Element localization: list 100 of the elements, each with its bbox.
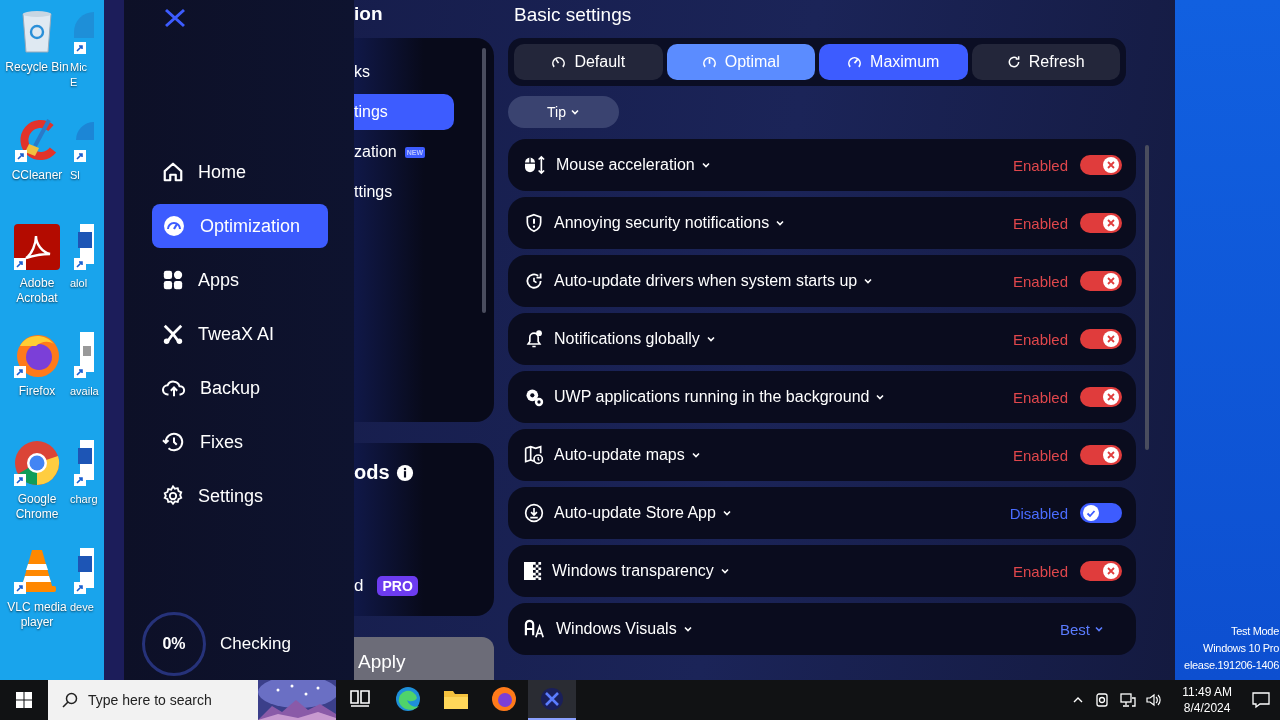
- font-icon: [524, 619, 546, 639]
- browser-icon: [395, 686, 421, 712]
- document-icon: [74, 548, 94, 594]
- nav-item[interactable]: Backup: [152, 366, 328, 410]
- watermark-text: Windows 10 Pro: [1203, 641, 1279, 656]
- watermark-text: elease.191206-1406: [1184, 658, 1279, 673]
- search-icon: [62, 692, 78, 708]
- section-title: ods: [354, 461, 390, 485]
- menu-item[interactable]: tings: [354, 94, 454, 130]
- close-icon: [1103, 331, 1119, 347]
- status-text: Enabled: [1012, 272, 1068, 290]
- close-icon: [1103, 273, 1119, 289]
- map-clock-icon: [524, 445, 544, 465]
- checkerboard-icon: [524, 562, 542, 580]
- device-icon: [1094, 692, 1111, 708]
- toggle-switch[interactable]: [1080, 329, 1122, 349]
- task-view-icon: [350, 690, 370, 708]
- gauge-icon: [162, 214, 186, 238]
- windows-logo-icon: [16, 692, 32, 708]
- watermark-text: Test Mode: [1230, 624, 1279, 639]
- setting-label[interactable]: Auto-update Store App: [554, 504, 732, 522]
- setting-label[interactable]: Annoying security notifications: [554, 214, 786, 232]
- document-icon: [74, 224, 94, 270]
- setting-label[interactable]: Windows Visuals: [556, 620, 693, 638]
- browser-icon: [491, 686, 517, 712]
- close-icon: [1103, 563, 1119, 579]
- status-text: Enabled: [1012, 388, 1068, 406]
- apply-button[interactable]: Apply: [354, 637, 494, 680]
- toggle-switch[interactable]: [1080, 213, 1122, 233]
- folder-icon: [443, 688, 469, 710]
- option-label: d: [354, 576, 364, 596]
- mode-button[interactable]: Maximum: [819, 44, 968, 80]
- mouse-icon: [524, 155, 546, 175]
- close-icon: [1103, 215, 1119, 231]
- chevron-icon: [719, 566, 730, 576]
- status-text: Enabled: [1012, 562, 1068, 580]
- check-icon: [1083, 505, 1099, 521]
- search-box[interactable]: Type here to search: [48, 680, 336, 720]
- browser-icon: [14, 440, 60, 486]
- taskbar-button[interactable]: [528, 680, 576, 720]
- setting-label[interactable]: Mouse acceleration: [556, 156, 711, 174]
- menu-item[interactable]: ttings: [354, 174, 454, 210]
- chevron-icon: [700, 160, 711, 170]
- browser-icon: [14, 332, 60, 378]
- clock[interactable]: 11:49 AM 8/4/2024: [1182, 684, 1232, 716]
- chevron-icon: [705, 334, 716, 344]
- bell-icon: [524, 329, 544, 349]
- history-icon: [162, 431, 186, 453]
- panel-title: ion: [354, 3, 384, 25]
- status-text: Enabled: [1012, 330, 1068, 348]
- chevron-icon: [1094, 624, 1104, 634]
- setting-label[interactable]: Auto-update maps: [554, 446, 701, 464]
- search-field[interactable]: Type here to search: [88, 685, 248, 715]
- document-icon: [74, 440, 94, 486]
- toggle-switch[interactable]: [1080, 445, 1122, 465]
- tip-button[interactable]: Tip: [508, 96, 619, 128]
- pro-badge: PRO: [377, 576, 418, 596]
- scrollbar[interactable]: [1145, 145, 1149, 450]
- status-text: Enabled: [1012, 214, 1068, 232]
- refresh-clock-icon: [524, 271, 544, 291]
- status-text: Enabled: [1012, 446, 1068, 464]
- close-icon: [1103, 447, 1119, 463]
- status-text: Enabled: [1012, 156, 1068, 174]
- nav-item[interactable]: Home: [152, 150, 328, 194]
- toggle-switch[interactable]: [1080, 561, 1122, 581]
- status-text: Disabled: [1009, 504, 1068, 522]
- download-icon: [524, 503, 544, 523]
- menu-item[interactable]: ks: [354, 54, 454, 90]
- toggle-switch[interactable]: [1080, 271, 1122, 291]
- mode-button[interactable]: Refresh: [971, 44, 1120, 80]
- notification-icon: [1252, 691, 1270, 709]
- pdf-icon: [14, 224, 60, 270]
- nav-item[interactable]: Optimization: [152, 204, 328, 248]
- gauge-icon: [701, 54, 717, 70]
- setting-label[interactable]: Notifications globally: [554, 330, 716, 348]
- document-icon: [74, 332, 94, 378]
- toggle-switch[interactable]: [1080, 503, 1122, 523]
- setting-label[interactable]: Auto-update drivers when system starts up: [554, 272, 874, 290]
- settings-icon: [162, 485, 184, 507]
- setting-label[interactable]: UWP applications running in the background: [554, 388, 886, 406]
- scrollbar[interactable]: [482, 48, 486, 313]
- chevron-icon: [682, 624, 693, 634]
- logo-icon: [164, 8, 186, 28]
- volume-icon: [1146, 692, 1163, 708]
- toggle-switch[interactable]: [1080, 387, 1122, 407]
- status-text: Checking: [220, 634, 291, 654]
- nav-item[interactable]: TweaX AI: [152, 312, 328, 356]
- progress-ring: 0%: [142, 612, 206, 676]
- nav-item[interactable]: Apps: [152, 258, 328, 302]
- shield-icon: [524, 213, 544, 233]
- toggle-switch[interactable]: [1080, 155, 1122, 175]
- chevron-icon: [875, 392, 886, 402]
- info-icon: [395, 463, 414, 482]
- nav-item[interactable]: Fixes: [152, 420, 328, 464]
- mode-button[interactable]: Default: [514, 44, 663, 80]
- setting-label[interactable]: Windows transparency: [552, 562, 730, 580]
- chevron-icon: [721, 508, 732, 518]
- dropdown[interactable]: Best: [1054, 619, 1110, 639]
- section-title: Basic settings: [514, 4, 633, 26]
- nav-item[interactable]: Settings: [152, 474, 328, 518]
